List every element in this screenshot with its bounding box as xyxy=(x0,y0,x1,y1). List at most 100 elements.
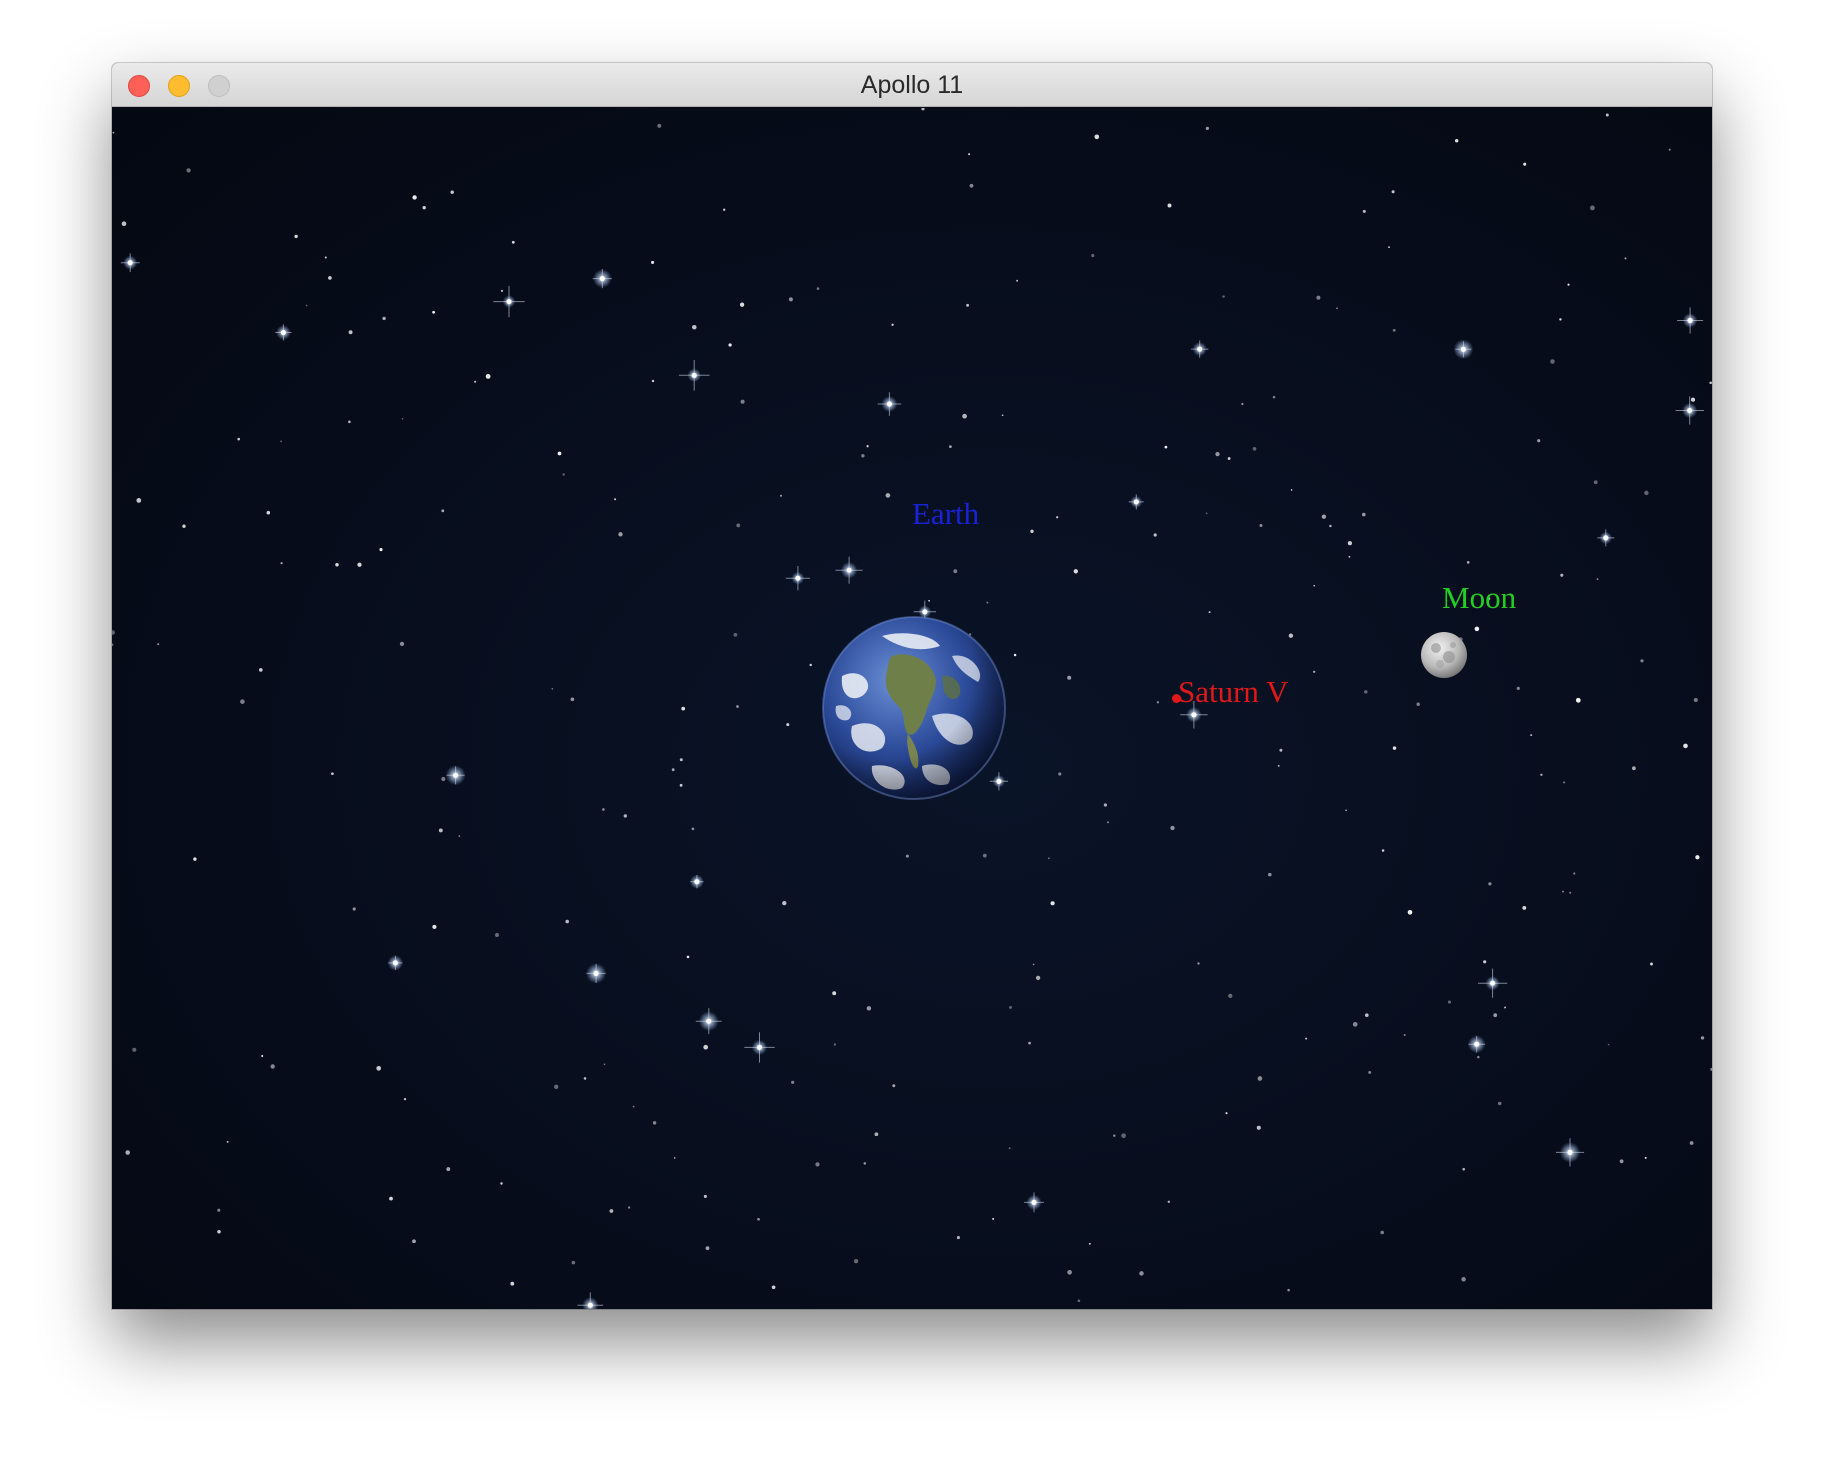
earth-planet[interactable] xyxy=(822,616,1006,800)
star xyxy=(1048,857,1050,860)
window-title: Apollo 11 xyxy=(860,71,964,99)
star xyxy=(450,190,454,194)
star xyxy=(953,569,958,574)
star xyxy=(1632,766,1636,771)
star xyxy=(485,374,491,379)
star xyxy=(705,1246,710,1251)
star xyxy=(885,493,891,498)
star xyxy=(681,706,686,711)
star xyxy=(1462,1167,1465,1171)
star xyxy=(757,1217,760,1221)
space-canvas[interactable]: Earth Moon Saturn V xyxy=(112,108,1712,1309)
moon-body[interactable] xyxy=(1420,631,1468,679)
star xyxy=(379,548,383,552)
star xyxy=(623,814,627,818)
star xyxy=(474,380,477,383)
star xyxy=(1205,512,1208,515)
star xyxy=(510,1281,515,1286)
star xyxy=(1030,529,1034,534)
star xyxy=(692,324,697,330)
bright-star xyxy=(1556,1138,1585,1167)
star xyxy=(1640,659,1644,663)
star xyxy=(1392,328,1396,332)
star xyxy=(237,437,241,441)
star xyxy=(1530,734,1533,737)
star xyxy=(1113,1134,1116,1137)
star xyxy=(892,1084,896,1088)
star xyxy=(348,420,351,424)
star xyxy=(816,287,820,290)
star xyxy=(446,1167,451,1172)
star xyxy=(1590,205,1595,211)
star xyxy=(280,440,282,443)
star xyxy=(1391,190,1395,194)
star xyxy=(403,1098,407,1101)
star xyxy=(412,195,417,200)
star xyxy=(905,854,909,858)
bright-star xyxy=(835,556,863,584)
star xyxy=(1268,872,1272,877)
star xyxy=(382,316,386,321)
star xyxy=(1313,584,1316,587)
star xyxy=(1345,809,1347,812)
star xyxy=(1035,975,1041,981)
star xyxy=(853,1258,859,1264)
star xyxy=(500,1182,503,1185)
star xyxy=(1073,569,1078,574)
star xyxy=(673,1157,676,1159)
star xyxy=(614,498,617,501)
star xyxy=(1067,1269,1072,1275)
star xyxy=(458,835,461,838)
star xyxy=(266,510,271,515)
app-window: Apollo 11 Earth Moon Saturn V xyxy=(112,63,1712,1309)
star xyxy=(786,723,790,727)
star xyxy=(1550,359,1555,364)
star xyxy=(1197,962,1200,965)
star xyxy=(217,1230,221,1234)
star xyxy=(401,417,404,420)
star xyxy=(1447,1000,1452,1004)
star xyxy=(679,758,683,762)
star xyxy=(1368,1070,1372,1074)
star xyxy=(376,1065,382,1071)
star xyxy=(1241,402,1244,406)
star xyxy=(992,1217,995,1220)
bright-star xyxy=(592,269,612,289)
star xyxy=(551,687,554,690)
star xyxy=(671,768,675,772)
star xyxy=(125,1150,130,1155)
star xyxy=(1493,1013,1498,1018)
star xyxy=(986,601,989,604)
star xyxy=(1504,1006,1507,1009)
star xyxy=(1009,1005,1012,1009)
star xyxy=(966,303,970,307)
star xyxy=(602,808,605,811)
star xyxy=(331,772,334,776)
star xyxy=(866,1006,872,1011)
star xyxy=(921,108,925,111)
bright-star xyxy=(1675,396,1704,425)
star xyxy=(357,562,362,567)
title-bar[interactable]: Apollo 11 xyxy=(112,63,1712,107)
star xyxy=(1522,905,1527,910)
star xyxy=(132,1047,137,1052)
bright-star xyxy=(1128,494,1144,510)
star xyxy=(1624,257,1627,260)
star xyxy=(500,289,504,293)
star xyxy=(874,1132,879,1137)
star xyxy=(1067,675,1072,680)
star xyxy=(280,562,283,565)
star xyxy=(1569,891,1572,894)
star xyxy=(193,857,197,861)
star xyxy=(1381,849,1385,852)
star xyxy=(1596,578,1599,581)
star xyxy=(1619,1159,1624,1164)
star xyxy=(1348,555,1351,558)
star xyxy=(1139,1271,1144,1276)
star xyxy=(863,1162,867,1165)
star xyxy=(657,123,662,128)
bright-star xyxy=(1677,307,1704,334)
star xyxy=(1050,901,1055,906)
earth-label: Earth xyxy=(912,496,980,531)
star xyxy=(691,827,695,831)
